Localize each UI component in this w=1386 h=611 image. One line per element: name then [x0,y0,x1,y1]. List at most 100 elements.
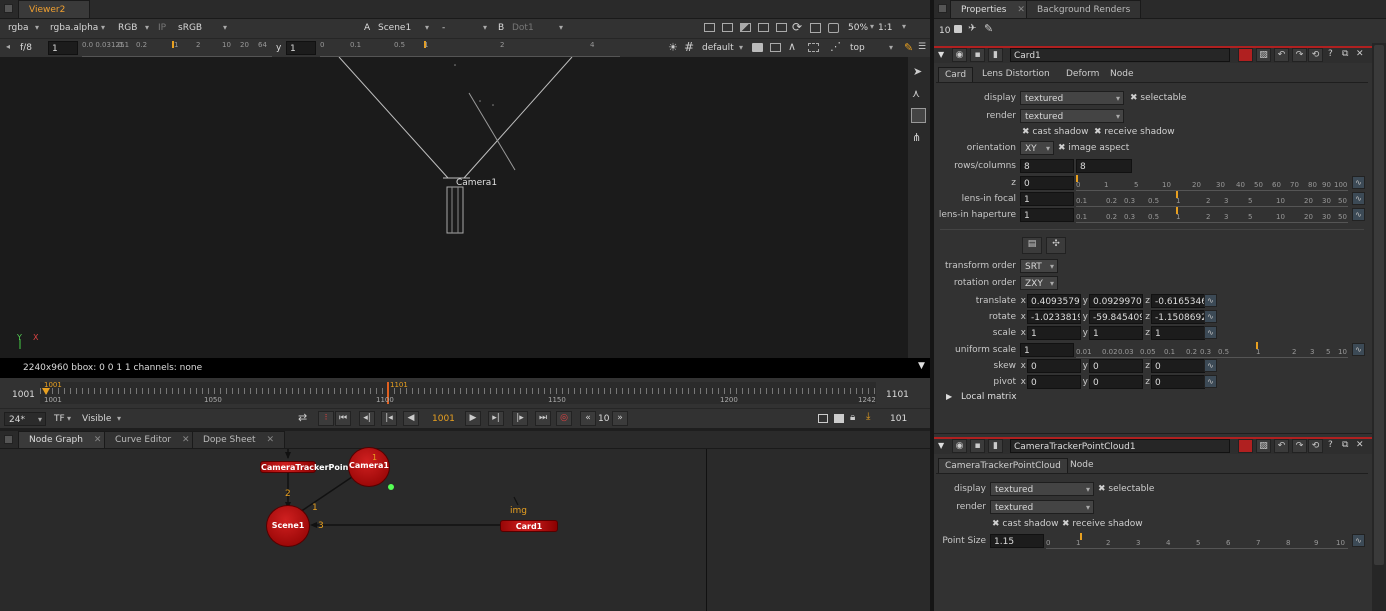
camera-mode-dropdown[interactable]: default [698,41,746,55]
close-icon[interactable]: ✕ [1017,5,1025,15]
tab-dope-sheet[interactable]: Dope Sheet ✕ [192,431,285,448]
monitor-icon[interactable] [758,23,769,32]
select-icon[interactable] [808,43,819,52]
refresh-icon[interactable]: ⟳ [792,20,802,34]
info-dropdown-icon[interactable]: ▼ [918,361,925,371]
safe-area-icon[interactable] [722,23,733,32]
translate-y-field[interactable]: 0.09299703 [1089,294,1143,308]
roi-icon[interactable] [704,23,715,32]
node-camera-tracker-pointcloud[interactable]: CameraTrackerPointCloud1 [260,461,383,473]
point-size-animation-icon[interactable]: ∿ [1352,534,1365,547]
pause-icon[interactable] [810,23,821,33]
lens-haperture-slider[interactable]: 0.1 0.2 0.3 0.5 1 2 3 5 10 20 30 50 [1076,207,1348,223]
selectable-checkbox[interactable]: ✖ selectable [1130,92,1186,104]
first-frame-button[interactable]: ⏮ [335,411,351,426]
camera-icon[interactable] [752,43,763,52]
ab-mode-dropdown[interactable]: - [438,21,490,35]
lens-focal-field[interactable]: 1 [1020,192,1074,206]
z-slider[interactable]: 0 1 5 10 20 30 40 50 60 70 80 90 100 [1076,175,1348,191]
gain-slider[interactable]: 0.0 0.03125 0.1 0.2 1 2 10 20 64 [82,41,272,57]
rotation-order-dropdown[interactable]: ZXY [1020,276,1058,290]
point-size-field[interactable]: 1.15 [990,534,1044,548]
timeline-start[interactable]: 1001 [12,390,35,400]
z-field[interactable]: 0 [1020,176,1074,190]
play-forward-button[interactable]: ▶ [465,411,481,426]
display-dropdown[interactable]: textured [1020,91,1124,105]
scrollbar-thumb[interactable] [1374,45,1384,565]
edit-icon[interactable]: ✎ [984,22,993,35]
close-icon[interactable]: ✕ [1356,440,1364,450]
timeline-end[interactable]: 1101 [886,390,909,400]
close-icon[interactable]: ✕ [182,435,190,445]
rotate-z-field[interactable]: -1.15086925 [1151,310,1205,324]
node-name-field[interactable]: CameraTrackerPointCloud1 [1010,439,1230,453]
skew-z-field[interactable]: 0 [1151,359,1205,373]
tab-node[interactable]: Node [1064,458,1100,473]
tab-node[interactable]: Node [1104,67,1140,82]
tf-dropdown[interactable]: TF [50,412,74,426]
step-increment[interactable]: 10 [598,414,609,424]
viewer-menu-icon[interactable]: ☰ [918,42,926,52]
tab-card[interactable]: Card [938,67,974,82]
viewport[interactable]: Camera1 Y X [0,57,908,358]
revert-button[interactable]: ⟲ [1308,439,1323,453]
timeline-track[interactable]: 1001 1101 1001 1050 1100 1150 1200 1242 [40,381,876,404]
object-select-icon[interactable] [911,108,926,123]
in-point-button[interactable]: ⁝ [318,411,334,426]
max-panels-field[interactable]: 10 [936,24,952,38]
lens-focal-animation-icon[interactable]: ∿ [1352,192,1365,205]
step-back-increment-button[interactable]: « [580,411,596,426]
export-icon[interactable]: ⤓ [866,411,870,422]
gamma-slider[interactable]: 0 0.1 0.5 1 2 4 [320,41,620,57]
out-point-button[interactable]: ◎ [556,411,572,426]
gain-field[interactable]: 1 [48,41,78,55]
node-name-field[interactable]: Card1 [1010,48,1230,62]
gl-color-button[interactable]: ▨ [1256,48,1271,62]
node-color-button[interactable]: ▮ [988,48,1003,62]
sync-icon[interactable]: ⇄ [298,411,307,424]
cast-shadow-checkbox[interactable]: ✖ cast shadow [992,518,1058,530]
brush-icon[interactable]: ✎ [904,41,913,54]
center-node-button[interactable]: ▪ [970,439,985,453]
float-icon[interactable]: ⧉ [1342,440,1348,450]
z-animation-icon[interactable]: ∿ [1352,176,1365,189]
display-dropdown[interactable]: textured [990,482,1094,496]
node-red-button[interactable] [1238,439,1253,453]
node-camera[interactable]: Camera1 [348,447,390,487]
gl-color-button[interactable]: ▨ [1256,439,1271,453]
tab-lens-distortion[interactable]: Lens Distortion [976,67,1056,82]
tab-background-renders[interactable]: Background Renders [1026,0,1142,18]
node-card[interactable]: Card1 [500,520,558,532]
ip-button[interactable]: IP [158,23,166,33]
pivot-y-field[interactable]: 0 [1089,375,1143,389]
point-size-slider[interactable]: 0 1 2 3 4 5 6 7 8 9 10 [1046,533,1348,549]
gamma-field[interactable]: 1 [286,41,316,55]
tab-node-graph[interactable]: Node Graph ✕ [18,431,113,448]
rotate-x-field[interactable]: -1.02338195 [1027,310,1081,324]
step-forward-increment-button[interactable]: » [612,411,628,426]
uniform-scale-field[interactable]: 1 [1020,343,1074,357]
skew-y-field[interactable]: 0 [1089,359,1143,373]
tab-properties[interactable]: Properties ✕ [950,0,1036,18]
close-icon[interactable]: ✕ [94,435,102,445]
pixel-ratio[interactable]: 1:1 [878,23,892,33]
in-marker[interactable] [42,388,50,395]
render-dropdown[interactable]: textured [1020,109,1124,123]
node-color-button[interactable]: ▮ [988,439,1003,453]
image-aspect-checkbox[interactable]: ✖ image aspect [1058,142,1129,154]
view-dropdown[interactable]: top [846,41,896,55]
columns-field[interactable]: 8 [1076,159,1132,173]
rotate-animation-icon[interactable]: ∿ [1204,310,1217,323]
pin-icon[interactable]: ✈ [968,23,976,34]
properties-scrollbar[interactable] [1372,43,1386,611]
scale-animation-icon[interactable]: ∿ [1204,326,1217,339]
flipbook-icon[interactable] [818,414,828,423]
alpha-dropdown[interactable]: rgba.alpha [46,21,108,35]
last-frame-button[interactable]: ⏭ [535,411,551,426]
redo-button[interactable]: ↷ [1292,48,1307,62]
node-select-icon[interactable]: ⋔ [912,131,921,144]
tab-curve-editor[interactable]: Curve Editor ✕ [104,431,201,448]
view-node-button[interactable]: ◉ [952,48,967,62]
close-icon[interactable]: ✕ [1356,49,1364,59]
fstop-dropdown-icon[interactable]: ◂ [6,42,10,51]
